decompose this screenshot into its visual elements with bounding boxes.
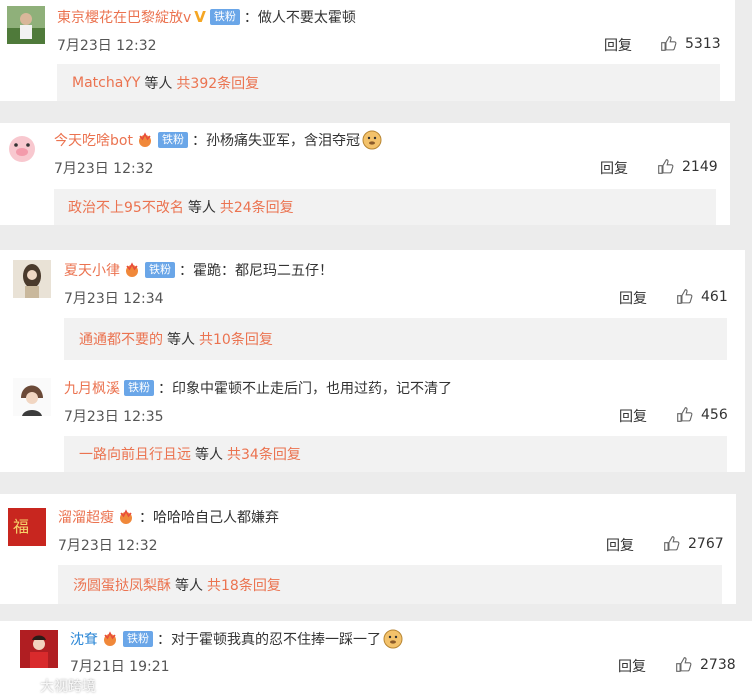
sub-reply-and-others: 等人 (195, 447, 223, 463)
sub-replies[interactable]: 汤圆蛋挞凤梨酥 等人 共18条回复 (58, 565, 722, 604)
thumb-up-icon (677, 289, 693, 304)
thumb-up-icon (661, 36, 677, 51)
sub-reply-user[interactable]: 一路向前且行且远 (79, 444, 191, 464)
username[interactable]: 沈耷 (70, 629, 98, 649)
like-count: 5313 (685, 35, 721, 52)
crown-medal-icon (117, 509, 135, 525)
sub-reply-and-others: 等人 (167, 332, 195, 348)
sub-reply-and-others: 等人 (144, 75, 173, 92)
reply-button[interactable]: 回复 (619, 406, 647, 426)
like-button[interactable]: 5313 (660, 35, 721, 52)
username[interactable]: 九月枫溪 (64, 378, 120, 398)
crown-medal-icon (123, 262, 141, 278)
like-button[interactable]: 456 (676, 406, 728, 423)
sub-reply-count[interactable]: 共18条回复 (207, 575, 281, 595)
sub-reply-user[interactable]: 通通都不要的 (79, 329, 163, 349)
reply-button[interactable]: 回复 (618, 656, 646, 676)
comment-text: 霍跪：都尼玛二五仔！ (193, 263, 333, 279)
doge-emoji-icon (362, 130, 382, 150)
comment-text: 对于霍顿我真的忍不住捧一踩一了 (171, 632, 381, 648)
like-button[interactable]: 2738 (675, 656, 736, 673)
colon: ： (179, 263, 193, 279)
sub-reply-and-others: 等人 (175, 577, 203, 594)
timestamp: 7月23日 12:34 (64, 291, 164, 307)
svg-text:福: 福 (13, 517, 29, 536)
fan-badge: 铁粉 (124, 380, 154, 396)
colon: ： (191, 133, 206, 149)
colon: ： (243, 10, 258, 26)
like-button[interactable]: 461 (676, 288, 728, 305)
crown-medal-icon (101, 631, 119, 647)
username[interactable]: 溜溜超瘦 (58, 507, 114, 527)
like-count: 456 (701, 406, 728, 423)
avatar[interactable] (13, 260, 51, 298)
sub-replies[interactable]: MatchaYY 等人 共392条回复 (57, 64, 720, 101)
colon: ： (157, 632, 171, 648)
colon: ： (158, 381, 172, 397)
doge-emoji-icon (383, 629, 403, 649)
comment-text: 孙杨痛失亚军，含泪夺冠 (205, 133, 360, 149)
crown-medal-icon (136, 132, 154, 148)
sub-reply-count[interactable]: 共34条回复 (227, 444, 301, 464)
watermark-logo-icon (18, 677, 36, 695)
like-count: 2767 (688, 535, 724, 552)
timestamp: 7月23日 12:32 (57, 38, 157, 54)
username[interactable]: 今天吃啥bot (54, 130, 133, 150)
sub-reply-user[interactable]: 汤圆蛋挞凤梨酥 (73, 575, 171, 595)
timestamp: 7月23日 12:32 (54, 161, 154, 177)
avatar[interactable] (7, 6, 45, 44)
like-count: 2149 (682, 158, 718, 175)
sub-replies[interactable]: 通通都不要的 等人 共10条回复 (64, 318, 727, 360)
reply-button[interactable]: 回复 (619, 288, 647, 308)
sub-replies[interactable]: 一路向前且行且远 等人 共34条回复 (64, 436, 727, 472)
timestamp: 7月21日 19:21 (70, 659, 170, 675)
reply-button[interactable]: 回复 (604, 35, 632, 55)
thumb-up-icon (658, 159, 674, 174)
thumb-up-icon (664, 536, 680, 551)
sub-reply-and-others: 等人 (187, 200, 216, 216)
colon: ： (139, 510, 153, 526)
like-count: 2738 (700, 656, 736, 673)
watermark-text: 大视跨境 (40, 679, 96, 695)
verified-v-icon: V (194, 8, 206, 26)
comment-text: 印象中霍顿不止走后门，也用过药，记不清了 (172, 381, 452, 397)
like-button[interactable]: 2149 (657, 158, 718, 175)
like-count: 461 (701, 288, 728, 305)
sub-reply-count[interactable]: 共10条回复 (199, 329, 273, 349)
thumb-up-icon (677, 407, 693, 422)
thumb-up-icon (676, 657, 692, 672)
sub-reply-user[interactable]: 政治不上95不改名 (68, 197, 184, 217)
username[interactable]: 夏天小律 (64, 260, 120, 280)
fan-badge: 铁粉 (123, 631, 153, 647)
reply-button[interactable]: 回复 (600, 158, 628, 178)
timestamp: 7月23日 12:32 (58, 538, 158, 554)
avatar[interactable] (20, 630, 58, 668)
comment-text: 哈哈哈自己人都嫌弃 (153, 510, 279, 526)
comment-text: 做人不要太霍顿 (257, 10, 356, 26)
fan-badge: 铁粉 (145, 262, 175, 278)
fan-badge: 铁粉 (209, 9, 240, 25)
timestamp: 7月23日 12:35 (64, 409, 164, 425)
sub-reply-count[interactable]: 共392条回复 (176, 73, 259, 93)
like-button[interactable]: 2767 (663, 535, 724, 552)
avatar[interactable] (3, 130, 41, 168)
avatar[interactable]: 福 (8, 508, 46, 546)
sub-reply-user[interactable]: MatchaYY (72, 75, 140, 91)
avatar[interactable] (13, 378, 51, 416)
username[interactable]: 東京櫻花在巴黎綻放v (57, 7, 191, 27)
reply-button[interactable]: 回复 (606, 535, 634, 555)
fan-badge: 铁粉 (157, 132, 188, 148)
watermark: 大视跨境 (18, 676, 96, 696)
sub-replies[interactable]: 政治不上95不改名 等人 共24条回复 (54, 189, 716, 225)
sub-reply-count[interactable]: 共24条回复 (220, 197, 294, 217)
